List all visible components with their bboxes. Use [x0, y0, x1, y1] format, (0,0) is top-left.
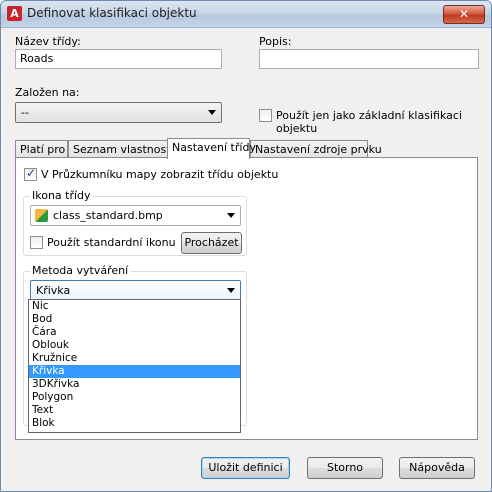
show-in-explorer-label[interactable]: V Průzkumníku mapy zobrazit třídu objekt…: [41, 168, 278, 181]
creation-method-select[interactable]: Křivka: [30, 280, 241, 301]
browse-button[interactable]: Procházet: [181, 232, 242, 254]
chevron-down-icon: [227, 213, 235, 218]
dropdown-option[interactable]: 3DKřivka: [29, 378, 240, 391]
save-definition-button[interactable]: Uložit definici: [201, 457, 290, 479]
tab-class-settings[interactable]: Nastavení třídy: [167, 138, 256, 159]
autocad-app-icon: A: [7, 6, 22, 21]
creation-method-value: Křivka: [36, 284, 71, 297]
tab-property-list[interactable]: Seznam vlastností: [68, 140, 174, 158]
icon-group: Ikona třídy class_standard.bmp Použít st…: [23, 189, 247, 256]
help-button[interactable]: Nápověda: [399, 457, 475, 479]
base-only-checkbox[interactable]: [259, 109, 272, 122]
use-standard-icon-checkbox[interactable]: [30, 236, 43, 249]
cube-icon: [35, 209, 48, 222]
show-in-explorer-checkbox[interactable]: [24, 166, 37, 181]
close-button[interactable]: ✕: [443, 5, 485, 24]
window-title: Definovat klasifikaci objektu: [27, 6, 197, 20]
close-icon: ✕: [458, 7, 470, 21]
dropdown-option[interactable]: Nic: [29, 300, 240, 313]
dropdown-option[interactable]: Blok: [29, 417, 240, 430]
dialog-window: A Definovat klasifikaci objektu ✕ Název …: [0, 0, 492, 492]
description-label: Popis:: [259, 35, 292, 48]
creation-method-dropdown[interactable]: Nic Bod Čára Oblouk Kružnice Křivka 3DKř…: [28, 299, 241, 433]
use-standard-icon-label[interactable]: Použít standardní ikonu: [47, 236, 176, 249]
dropdown-option[interactable]: Oblouk: [29, 339, 240, 352]
tab-applies-to[interactable]: Platí pro: [15, 140, 68, 158]
dropdown-option[interactable]: Čára: [29, 326, 240, 339]
tab-feature-source-settings[interactable]: Nastavení zdroje prvku: [250, 140, 382, 158]
icon-select[interactable]: class_standard.bmp: [30, 205, 241, 226]
dropdown-option[interactable]: Text: [29, 404, 240, 417]
class-name-label: Název třídy:: [15, 35, 81, 48]
based-on-select[interactable]: --: [15, 102, 222, 123]
dropdown-option-selected[interactable]: Křivka: [29, 365, 240, 378]
dropdown-option[interactable]: Bod: [29, 313, 240, 326]
title-bar[interactable]: A Definovat klasifikaci objektu ✕: [1, 1, 491, 28]
cancel-button[interactable]: Storno: [307, 457, 383, 479]
based-on-label: Založen na:: [15, 86, 80, 99]
based-on-value: --: [21, 106, 29, 119]
chevron-down-icon: [227, 288, 235, 293]
class-name-input[interactable]: Roads: [15, 49, 222, 69]
icon-group-title: Ikona třídy: [30, 189, 93, 202]
icon-file-value: class_standard.bmp: [53, 209, 163, 222]
description-input[interactable]: [259, 49, 479, 69]
chevron-down-icon: [208, 110, 216, 115]
base-only-label[interactable]: Použít jen jako základní klasifikaci obj…: [276, 109, 491, 135]
dropdown-option[interactable]: Kružnice: [29, 352, 240, 365]
creation-method-title: Metoda vytváření: [30, 264, 131, 277]
dropdown-option[interactable]: Polygon: [29, 391, 240, 404]
